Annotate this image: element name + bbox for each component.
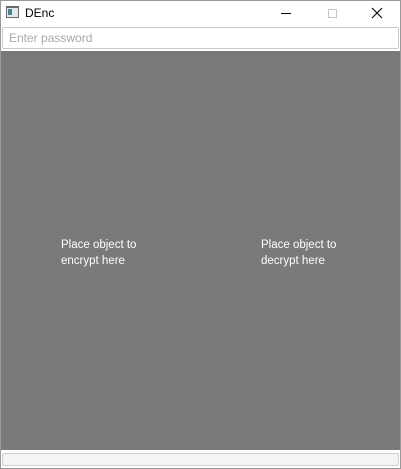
encrypt-drop-zone[interactable]: Place object to encrypt here [1,51,200,450]
minimize-icon [281,12,291,14]
status-bar [2,453,399,466]
close-button[interactable] [354,1,400,25]
password-input[interactable] [2,27,399,49]
maximize-button[interactable] [309,1,355,25]
window-title: DEnc [25,6,55,20]
decrypt-drop-zone[interactable]: Place object to decrypt here [201,51,400,450]
drop-area: Place object to encrypt here Place objec… [1,51,400,450]
title-bar[interactable]: DEnc [1,1,400,25]
minimize-button[interactable] [263,1,309,25]
app-window: DEnc Place object to encrypt here Place … [0,0,401,469]
close-icon [371,7,383,19]
encrypt-drop-label: Place object to encrypt here [61,239,137,267]
decrypt-drop-label: Place object to decrypt here [261,239,337,267]
app-icon[interactable] [6,6,19,18]
maximize-icon [327,8,337,18]
